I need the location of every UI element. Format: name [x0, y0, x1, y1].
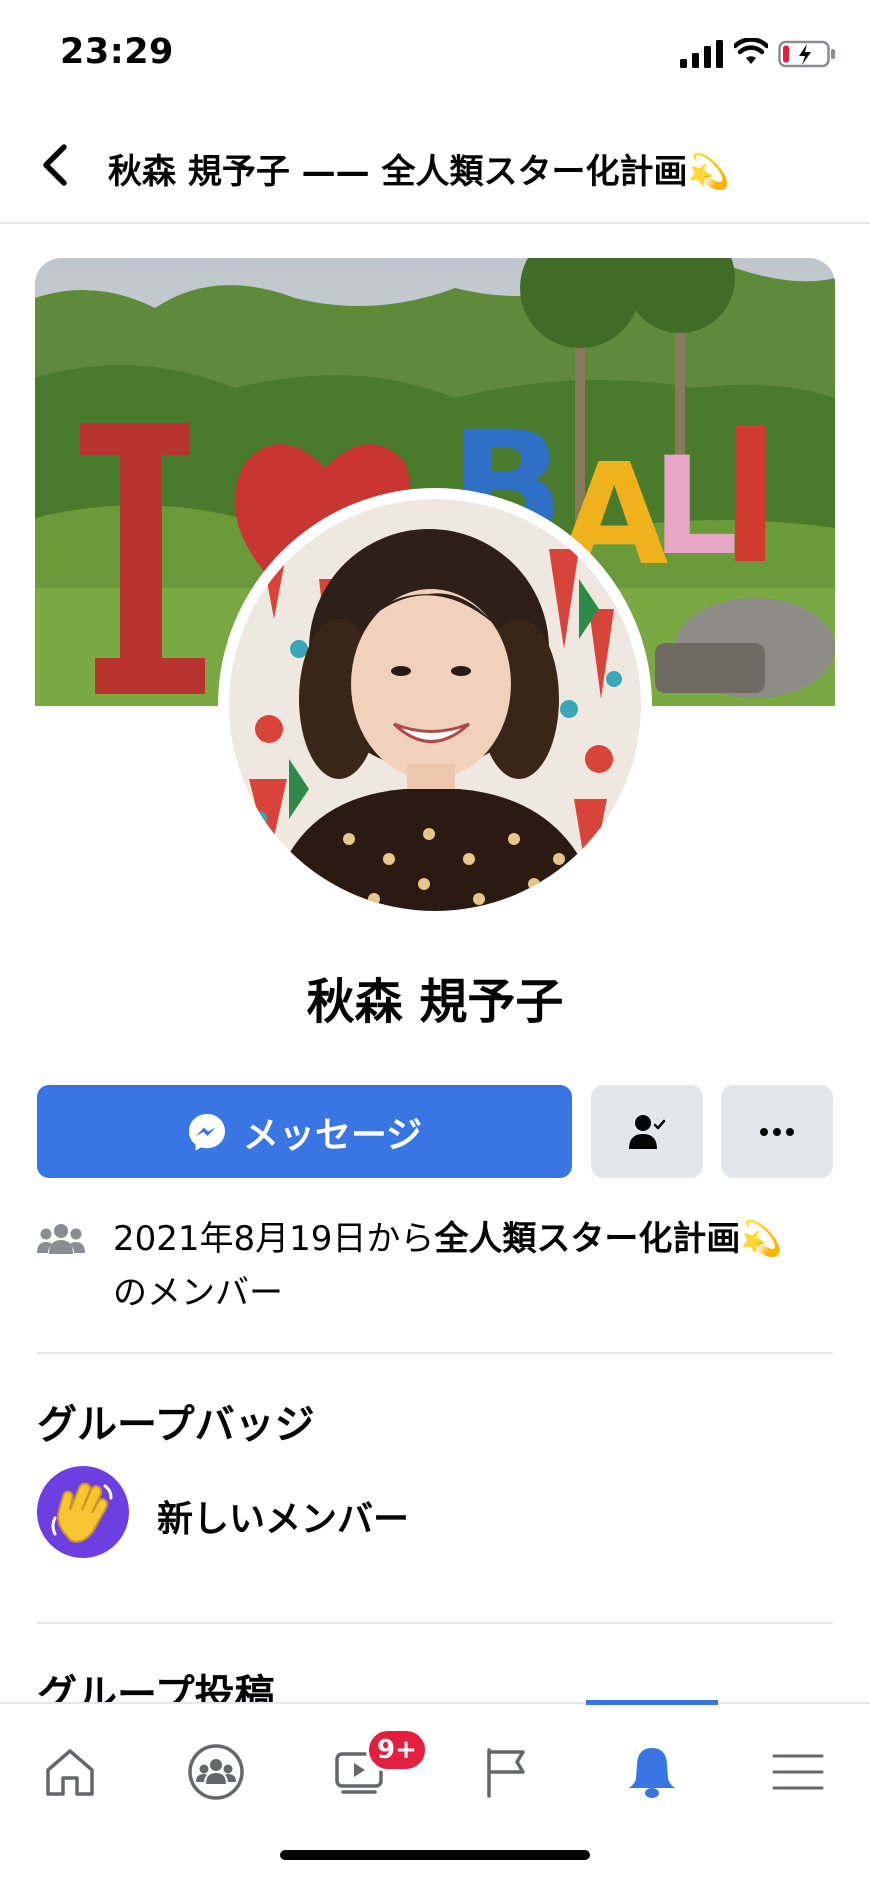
groups-icon: [188, 1744, 244, 1800]
watch-notification-badge: 9+: [366, 1728, 428, 1772]
more-dots-icon: [760, 1127, 794, 1136]
tab-home[interactable]: [22, 1732, 118, 1812]
page-title: 秋森 規予子 —— 全人類スター化計画💫: [108, 152, 730, 192]
cellular-signal-icon: [680, 40, 723, 68]
tab-menu[interactable]: [750, 1732, 846, 1812]
tab-groups[interactable]: [168, 1732, 264, 1812]
waving-hand-icon: [37, 1466, 129, 1558]
active-tab-indicator: [586, 1700, 718, 1705]
home-indicator[interactable]: [280, 1850, 590, 1860]
message-button[interactable]: メッセージ: [37, 1085, 572, 1178]
battery-charging-icon: [778, 40, 835, 68]
profile-avatar[interactable]: [229, 499, 641, 911]
messenger-icon: [188, 1113, 225, 1150]
divider: [37, 1622, 833, 1624]
status-bar: 23:29: [0, 0, 870, 108]
tab-pages[interactable]: [459, 1732, 555, 1812]
back-arrow-icon[interactable]: [38, 142, 74, 188]
group-members-icon: [37, 1224, 85, 1254]
tab-notifications[interactable]: [604, 1732, 700, 1812]
badge-label: 新しいメンバー: [157, 1499, 410, 1540]
flag-icon: [487, 1748, 525, 1798]
membership-date: 2021年8月19日から: [113, 1219, 435, 1259]
badge-item[interactable]: 新しいメンバー: [37, 1466, 797, 1558]
page-header: 秋森 規予子 —— 全人類スター化計画💫: [0, 108, 870, 224]
more-options-button[interactable]: [721, 1085, 833, 1178]
friends-button[interactable]: [591, 1085, 703, 1178]
profile-name: 秋森 規予子: [306, 974, 564, 1030]
divider: [37, 1352, 833, 1354]
group-name-link[interactable]: 全人類スター化計画💫: [434, 1219, 782, 1259]
hamburger-menu-icon: [772, 1754, 824, 1790]
status-time: 23:29: [60, 32, 174, 72]
person-check-icon: [629, 1114, 666, 1149]
membership-suffix: のメンバー: [113, 1273, 283, 1313]
home-icon: [46, 1749, 94, 1796]
svg-text:L: L: [652, 428, 738, 585]
group-badges-title: グループバッジ: [37, 1402, 315, 1448]
bell-icon: [629, 1748, 675, 1798]
wifi-icon: [734, 38, 768, 64]
message-button-label: メッセージ: [242, 1114, 423, 1156]
membership-text: 2021年8月19日から全人類スター化計画💫 のメンバー: [113, 1212, 843, 1320]
